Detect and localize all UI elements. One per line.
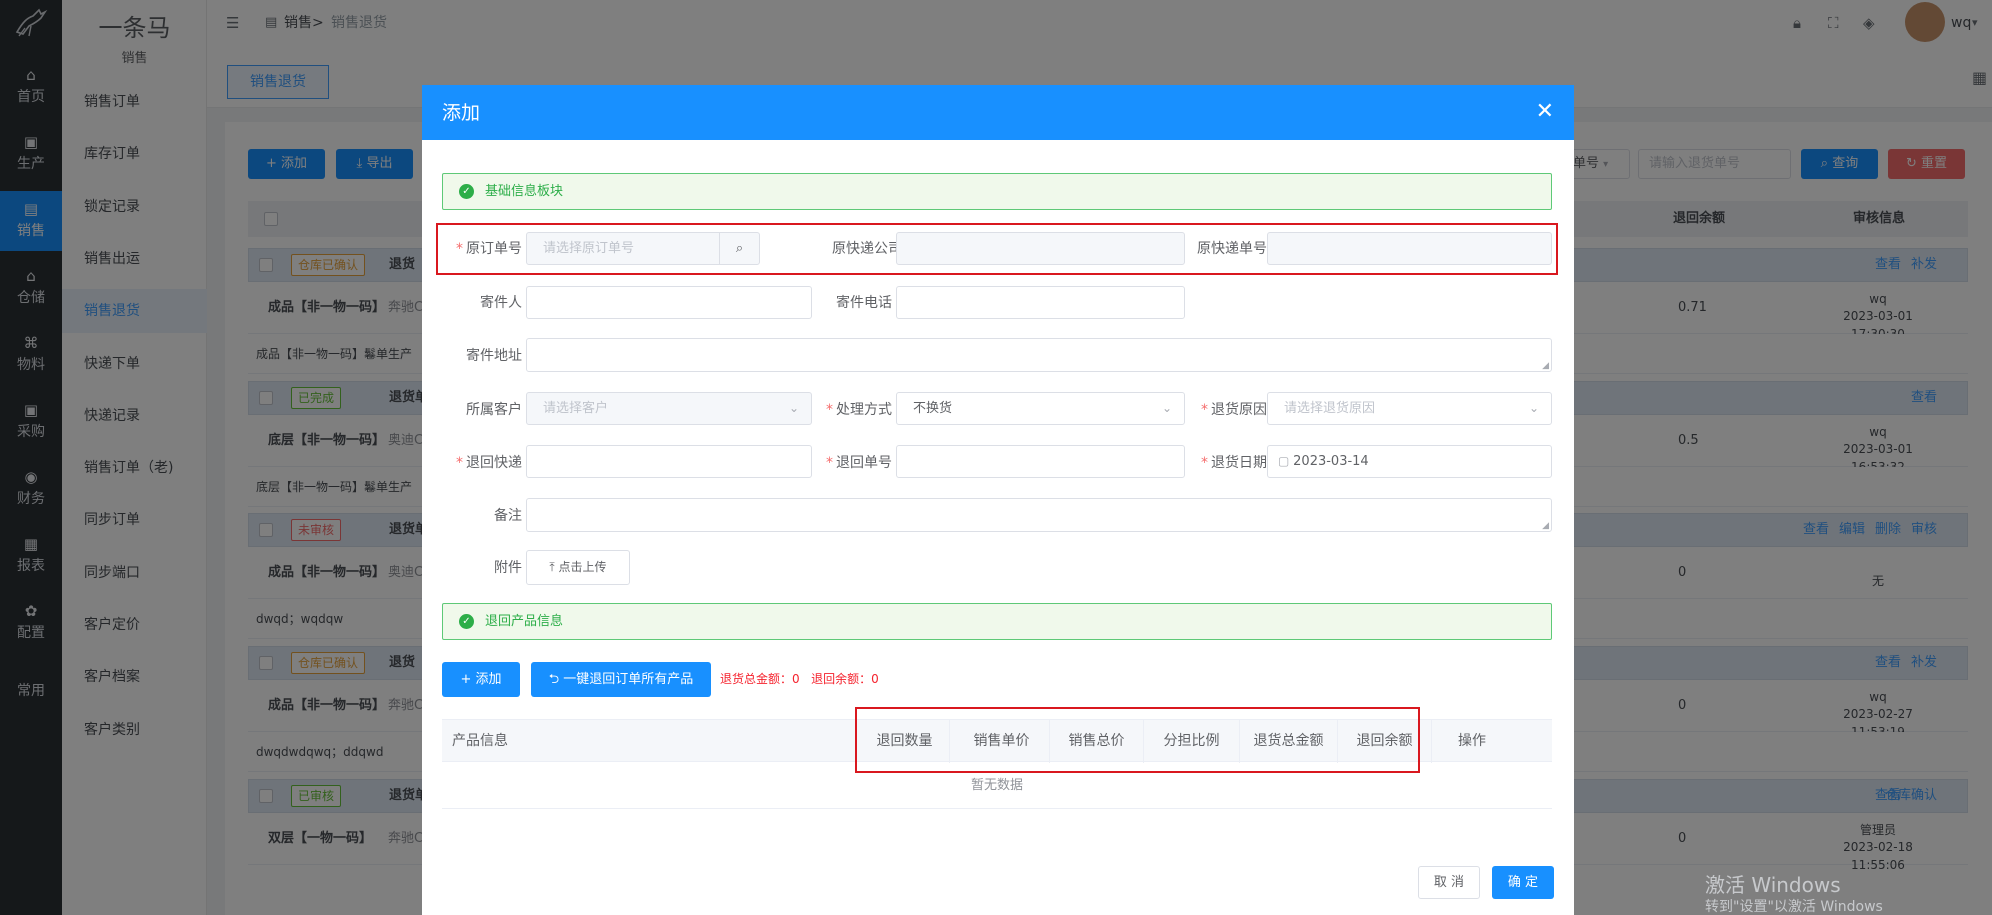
sender-input[interactable] <box>526 286 812 319</box>
resize-handle-icon[interactable]: ◢ <box>1542 361 1549 371</box>
sender-addr-label: 寄件地址 <box>466 348 522 364</box>
return-no-label: * 退回单号 <box>826 455 892 471</box>
return-all-label: 一键退回订单所有产品 <box>563 672 694 687</box>
return-express-input[interactable] <box>526 445 812 478</box>
chevron-down-icon: ⌄ <box>1528 401 1539 415</box>
confirm-button[interactable]: 确 定 <box>1492 866 1554 899</box>
highlight-box-columns <box>855 707 1420 773</box>
reason-label: * 退货原因 <box>1201 402 1267 418</box>
reason-select[interactable]: 请选择退货原因 ⌄ <box>1267 392 1552 425</box>
sender-phone-label: 寄件电话 <box>836 295 892 311</box>
column-header: 操作 <box>1458 733 1486 749</box>
reason-label-text: 退货原因 <box>1211 402 1267 418</box>
return-date-label: * 退货日期 <box>1201 455 1267 471</box>
add-dialog: 添加 ✕ ✓ 基础信息板块 * 原订单号 请选择原订单号 ⌕ 原快递公司 原快递单… <box>422 85 1574 915</box>
return-no-label-text: 退回单号 <box>836 455 892 471</box>
calendar-icon: ▢ <box>1278 454 1294 468</box>
cancel-button[interactable]: 取 消 <box>1418 866 1480 899</box>
dialog-header: 添加 ✕ <box>422 85 1574 140</box>
return-no-input[interactable] <box>896 445 1185 478</box>
customer-select[interactable]: 请选择客户 ⌄ <box>526 392 812 425</box>
handling-select[interactable]: 不换货 ⌄ <box>896 392 1185 425</box>
return-express-label: * 退回快递 <box>456 455 522 471</box>
basic-info-label: 基础信息板块 <box>485 184 564 199</box>
chevron-down-icon: ⌄ <box>788 401 799 415</box>
handling-label: * 处理方式 <box>826 402 892 418</box>
return-all-button[interactable]: ⮌ 一键退回订单所有产品 <box>531 662 711 697</box>
reason-placeholder: 请选择退货原因 <box>1284 401 1376 416</box>
upload-button[interactable]: ⤒ 点击上传 <box>526 550 630 585</box>
undo-icon: ⮌ <box>548 672 564 687</box>
dialog-title: 添加 <box>442 102 481 124</box>
resize-handle-icon[interactable]: ◢ <box>1542 521 1549 531</box>
return-express-label-text: 退回快递 <box>466 455 522 471</box>
sender-phone-input[interactable] <box>896 286 1185 319</box>
chevron-down-icon: ⌄ <box>1161 401 1172 415</box>
return-date-picker[interactable]: ▢ 2023-03-14 <box>1267 445 1552 478</box>
plus-icon: + <box>460 672 476 687</box>
handling-value: 不换货 <box>913 401 953 416</box>
return-date-label-text: 退货日期 <box>1211 455 1267 471</box>
remark-label: 备注 <box>494 508 522 524</box>
sender-label: 寄件人 <box>480 295 522 311</box>
return-date-value: 2023-03-14 <box>1293 454 1369 469</box>
handling-label-text: 处理方式 <box>836 402 892 418</box>
remark-textarea[interactable]: ◢ <box>526 498 1552 532</box>
sender-addr-textarea[interactable]: ◢ <box>526 338 1552 372</box>
windows-watermark-subtitle: 转到"设置"以激活 Windows <box>1705 899 1883 915</box>
attachment-label: 附件 <box>494 560 522 576</box>
close-icon[interactable]: ✕ <box>1536 99 1554 125</box>
basic-info-banner: ✓ 基础信息板块 <box>442 173 1552 210</box>
check-circle-icon: ✓ <box>459 184 474 199</box>
customer-label: 所属客户 <box>466 402 522 418</box>
amount-summary: 退货总金额：0 退回余额：0 <box>720 672 879 686</box>
check-circle-icon: ✓ <box>459 614 474 629</box>
upload-label: 点击上传 <box>558 560 607 574</box>
add-product-button[interactable]: + 添加 <box>442 662 520 697</box>
product-info-label: 退回产品信息 <box>485 614 564 629</box>
add-product-label: 添加 <box>475 672 502 687</box>
highlight-box-order <box>436 223 1558 275</box>
customer-placeholder: 请选择客户 <box>543 401 609 416</box>
upload-icon: ⤒ <box>549 560 559 574</box>
product-info-banner: ✓ 退回产品信息 <box>442 603 1552 640</box>
windows-watermark-title: 激活 Windows <box>1705 873 1841 897</box>
column-header: 产品信息 <box>452 733 508 749</box>
